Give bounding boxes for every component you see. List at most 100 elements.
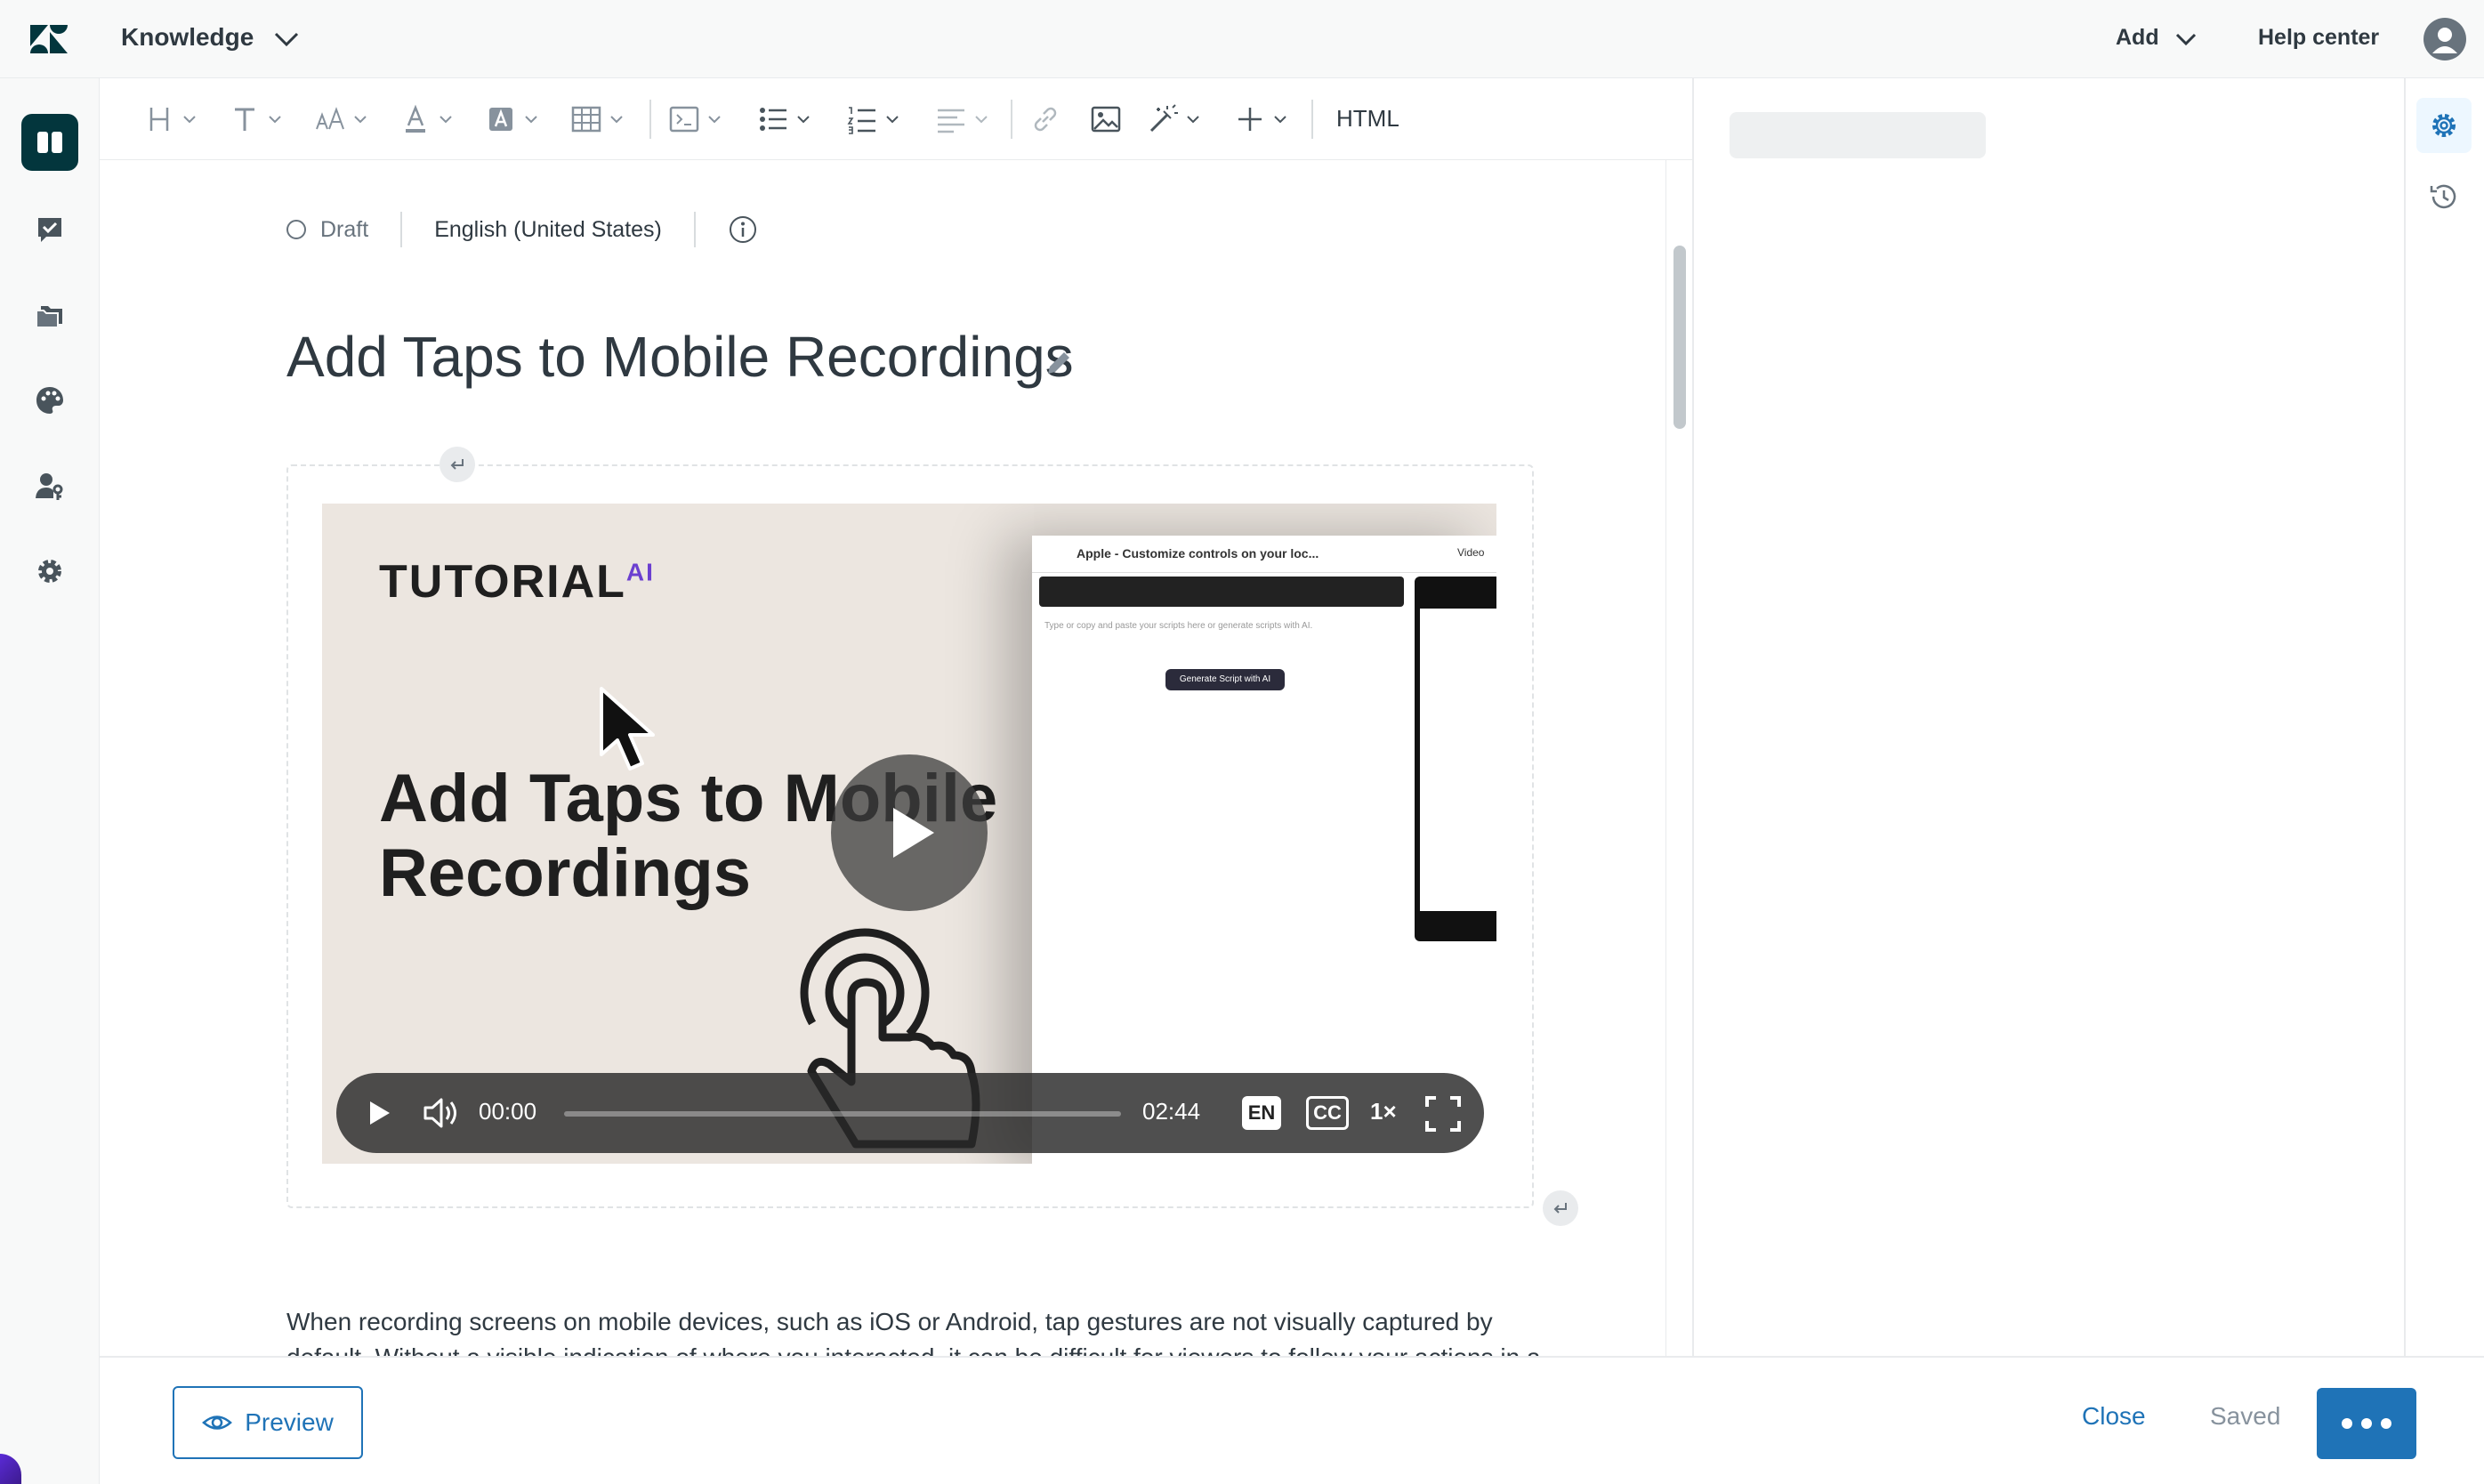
alignment-dropdown[interactable]: [934, 101, 989, 137]
nav-item-tasks[interactable]: [21, 201, 78, 258]
numbered-list-icon: [847, 107, 875, 134]
chevron-down-icon[interactable]: [2173, 28, 2199, 50]
toolbar-divider: [1011, 100, 1012, 139]
plus-icon: [1238, 108, 1262, 131]
left-navigation: [0, 78, 100, 1484]
nav-item-knowledge[interactable]: [21, 114, 78, 171]
check-bubble-icon: [38, 218, 61, 242]
loading-skeleton: [1730, 112, 1986, 158]
article-body[interactable]: When recording screens on mobile devices…: [286, 1304, 1550, 1356]
nav-item-settings[interactable]: [21, 543, 78, 600]
inner-phone-preview: [1415, 577, 1496, 941]
video-controls-bar: 00:00 02:44 EN CC 1×: [336, 1073, 1484, 1153]
fullscreen-icon[interactable]: [1423, 1094, 1463, 1133]
dot-icon: [2342, 1418, 2352, 1429]
more-actions-button[interactable]: [2317, 1388, 2416, 1459]
pencil-edit-icon[interactable]: [1041, 345, 1077, 381]
preview-button[interactable]: Preview: [173, 1386, 363, 1459]
link-button[interactable]: [1028, 101, 1062, 137]
font-size-dropdown[interactable]: [313, 101, 368, 137]
status-divider: [400, 212, 403, 247]
play-icon: [893, 808, 934, 858]
text-style-dropdown[interactable]: [228, 101, 283, 137]
text-color-dropdown[interactable]: [399, 101, 454, 137]
highlight-color-dropdown[interactable]: [484, 101, 539, 137]
preview-label: Preview: [245, 1408, 334, 1436]
user-avatar[interactable]: [2424, 18, 2466, 60]
chevron-down-icon: [610, 116, 623, 124]
image-button[interactable]: [1089, 101, 1123, 137]
chevron-down-icon: [886, 116, 899, 124]
video-player[interactable]: TUTORIALAI Add Taps to Mobile Recordings…: [322, 504, 1496, 1164]
info-icon[interactable]: [728, 214, 758, 245]
revision-history-button[interactable]: [2416, 169, 2472, 224]
code-dropdown[interactable]: [667, 101, 722, 137]
chevron-down-icon: [269, 116, 281, 124]
help-center-link[interactable]: Help center: [2258, 25, 2379, 51]
link-icon: [1034, 107, 1057, 132]
article-title[interactable]: Add Taps to Mobile Recordings: [286, 324, 1074, 390]
chevron-down-icon: [354, 116, 367, 124]
scrollbar-thumb[interactable]: [1673, 246, 1686, 429]
inner-window-header: Apple - Customize controls on your loc..…: [1032, 536, 1496, 573]
magic-wand-icon: [1149, 104, 1178, 133]
article-settings-panel: [1692, 78, 2404, 1356]
code-block-icon: [669, 106, 699, 133]
bulleted-list-icon: [760, 108, 786, 131]
return-arrow-icon: [450, 459, 464, 470]
html-source-button[interactable]: HTML: [1336, 105, 1399, 133]
editor-toolbar: HTML: [100, 78, 1692, 160]
highlight-color-icon: [489, 108, 512, 131]
status-badge: Draft: [320, 216, 369, 242]
nav-item-user-permissions[interactable]: [21, 457, 78, 514]
inner-window-title: Apple - Customize controls on your loc..…: [1077, 546, 1319, 561]
playback-speed-button[interactable]: 1×: [1370, 1098, 1397, 1125]
editor-footer: Preview Close Saved: [100, 1356, 2484, 1484]
zendesk-logo-icon[interactable]: [28, 23, 69, 55]
article-editor: HTML Draft English (United States) Add T…: [100, 78, 1692, 1356]
chevron-down-icon: [1187, 116, 1199, 124]
nav-item-design[interactable]: [21, 372, 78, 429]
video-progress-slider[interactable]: [564, 1111, 1121, 1117]
table-dropdown[interactable]: [569, 101, 625, 137]
numbered-list-dropdown[interactable]: [845, 101, 900, 137]
text-color-icon: [406, 104, 425, 133]
tutorial-ai-logo: TUTORIALAI: [379, 555, 655, 609]
insert-paragraph-before-button[interactable]: [440, 447, 475, 482]
text-style-icon: [235, 108, 254, 131]
chevron-down-icon: [797, 116, 810, 124]
product-switcher[interactable]: Knowledge: [121, 23, 254, 52]
status-divider: [693, 212, 696, 247]
language-label: English (United States): [434, 216, 662, 242]
play-button[interactable]: [361, 1096, 395, 1130]
dot-icon: [2381, 1418, 2391, 1429]
gear-icon: [2432, 114, 2456, 137]
chevron-down-icon: [975, 116, 988, 124]
ai-tools-dropdown[interactable]: [1146, 101, 1201, 137]
settings-gear-icon: [38, 560, 61, 583]
editor-scrollbar[interactable]: [1665, 160, 1692, 1356]
nav-item-arrange[interactable]: [21, 286, 78, 343]
font-size-icon: [316, 107, 344, 130]
settings-panel-button[interactable]: [2416, 98, 2472, 153]
bulleted-list-dropdown[interactable]: [756, 101, 811, 137]
chevron-down-icon: [183, 116, 196, 124]
insert-paragraph-after-button[interactable]: [1543, 1190, 1578, 1226]
captions-button[interactable]: CC: [1306, 1096, 1349, 1130]
knowledge-book-icon: [37, 132, 62, 153]
article-status-row: Draft English (United States): [286, 212, 758, 247]
heading-dropdown[interactable]: [142, 101, 198, 137]
add-menu-button[interactable]: Add: [2116, 25, 2159, 51]
chevron-down-icon: [525, 116, 537, 124]
close-button[interactable]: Close: [2082, 1402, 2146, 1431]
folders-icon: [36, 306, 62, 328]
volume-button[interactable]: [422, 1094, 463, 1132]
table-icon: [571, 106, 601, 133]
video-play-overlay-button[interactable]: [831, 754, 988, 911]
insert-dropdown[interactable]: [1233, 101, 1288, 137]
draft-status-icon: [286, 220, 306, 239]
inner-toolbar: [1039, 577, 1404, 607]
language-button[interactable]: EN: [1242, 1096, 1281, 1130]
chevron-down-icon[interactable]: [270, 27, 302, 52]
chevron-down-icon: [440, 116, 452, 124]
